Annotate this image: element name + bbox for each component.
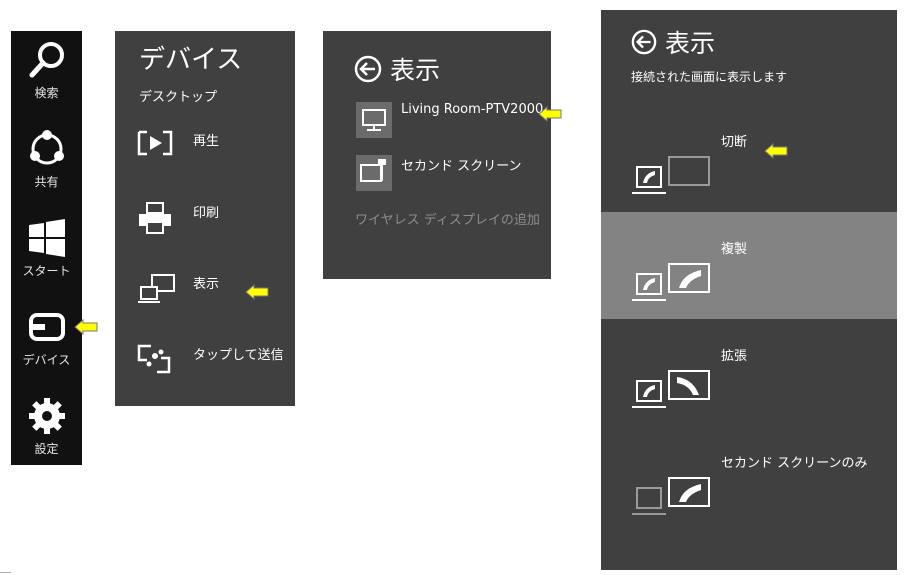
charm-start[interactable]: スタート: [11, 209, 82, 295]
mode-disconnect-label: 切断: [721, 135, 748, 150]
devices-item-project-label: 表示: [193, 277, 220, 292]
share-icon: [29, 130, 64, 165]
monitor-icon: [356, 102, 392, 138]
add-wireless-display-link[interactable]: ワイヤレス ディスプレイの追加: [355, 209, 540, 228]
devices-item-print-label: 印刷: [193, 206, 220, 221]
devices-item-play-label: 再生: [193, 134, 220, 149]
project-device-living-room[interactable]: Living Room-PTV2000: [356, 102, 546, 142]
mode-duplicate-label: 複製: [721, 242, 748, 257]
pointer-arrow-icon: [764, 142, 788, 160]
charm-settings-label: 設定: [34, 442, 59, 456]
second-screen-only-icon: [632, 477, 710, 515]
charm-settings[interactable]: 設定: [11, 387, 82, 473]
devices-item-play[interactable]: 再生: [137, 130, 287, 170]
project-modes-panel: 表示 接続された画面に表示します 切断 複製 拡張 セカンド スクリーンのみ: [601, 10, 897, 570]
tap-send-icon: [137, 344, 171, 374]
charm-devices-label: デバイス: [22, 353, 71, 367]
mode-duplicate[interactable]: 複製: [601, 212, 897, 319]
mode-second-screen-only[interactable]: セカンド スクリーンのみ: [601, 426, 897, 533]
extend-icon: [632, 370, 710, 408]
project-modes-header: 表示: [631, 24, 715, 60]
pointer-arrow-icon: [74, 318, 98, 336]
wired-monitor-icon: [356, 155, 392, 191]
project-device-second-screen[interactable]: セカンド スクリーン: [356, 155, 546, 195]
search-icon: [29, 42, 64, 78]
charm-devices[interactable]: デバイス: [11, 298, 82, 384]
divider: [0, 572, 11, 573]
mode-extend[interactable]: 拡張: [601, 319, 897, 426]
pointer-arrow-icon: [538, 105, 562, 123]
charm-share[interactable]: 共有: [11, 120, 82, 206]
project-device-living-room-label: Living Room-PTV2000: [401, 102, 544, 117]
devices-item-tap-send[interactable]: タップして送信: [137, 344, 287, 384]
mode-disconnect[interactable]: 切断: [601, 105, 897, 212]
devices-panel-title: デバイス: [139, 45, 243, 75]
gear-icon: [28, 398, 65, 434]
devices-item-tap-send-label: タップして送信: [193, 348, 284, 363]
mode-second-screen-only-label: セカンド スクリーンのみ: [721, 456, 868, 471]
devices-item-print[interactable]: 印刷: [137, 202, 287, 242]
charm-share-label: 共有: [34, 175, 59, 189]
project-modes-title: 表示: [665, 29, 716, 58]
play-icon: [137, 130, 173, 156]
devices-icon: [28, 313, 65, 341]
mode-extend-label: 拡張: [721, 349, 748, 364]
charm-search[interactable]: 検索: [11, 31, 82, 117]
project-modes-description: 接続された画面に表示します: [631, 70, 788, 84]
charms-bar: 検索 共有 スタート デバイス 設定: [11, 31, 82, 465]
back-arrow-icon[interactable]: [631, 29, 657, 55]
charm-search-label: 検索: [34, 86, 59, 100]
project-panel: 表示 Living Room-PTV2000 セカンド スクリーン ワイヤレス …: [323, 31, 551, 279]
devices-panel: デバイス デスクトップ 再生 印刷 表示 タップして送信: [115, 31, 295, 406]
windows-logo-icon: [28, 219, 65, 257]
project-panel-header: 表示: [354, 51, 440, 87]
project-panel-title: 表示: [390, 56, 441, 85]
project-device-second-screen-label: セカンド スクリーン: [401, 159, 522, 174]
charm-start-label: スタート: [22, 264, 71, 278]
project-screen-icon: [138, 274, 175, 303]
pc-screen-only-icon: [632, 156, 710, 194]
pointer-arrow-icon: [245, 283, 269, 301]
back-arrow-icon[interactable]: [354, 55, 382, 83]
devices-panel-subtitle: デスクトップ: [139, 90, 218, 105]
duplicate-icon: [632, 263, 710, 301]
printer-icon: [139, 202, 171, 234]
